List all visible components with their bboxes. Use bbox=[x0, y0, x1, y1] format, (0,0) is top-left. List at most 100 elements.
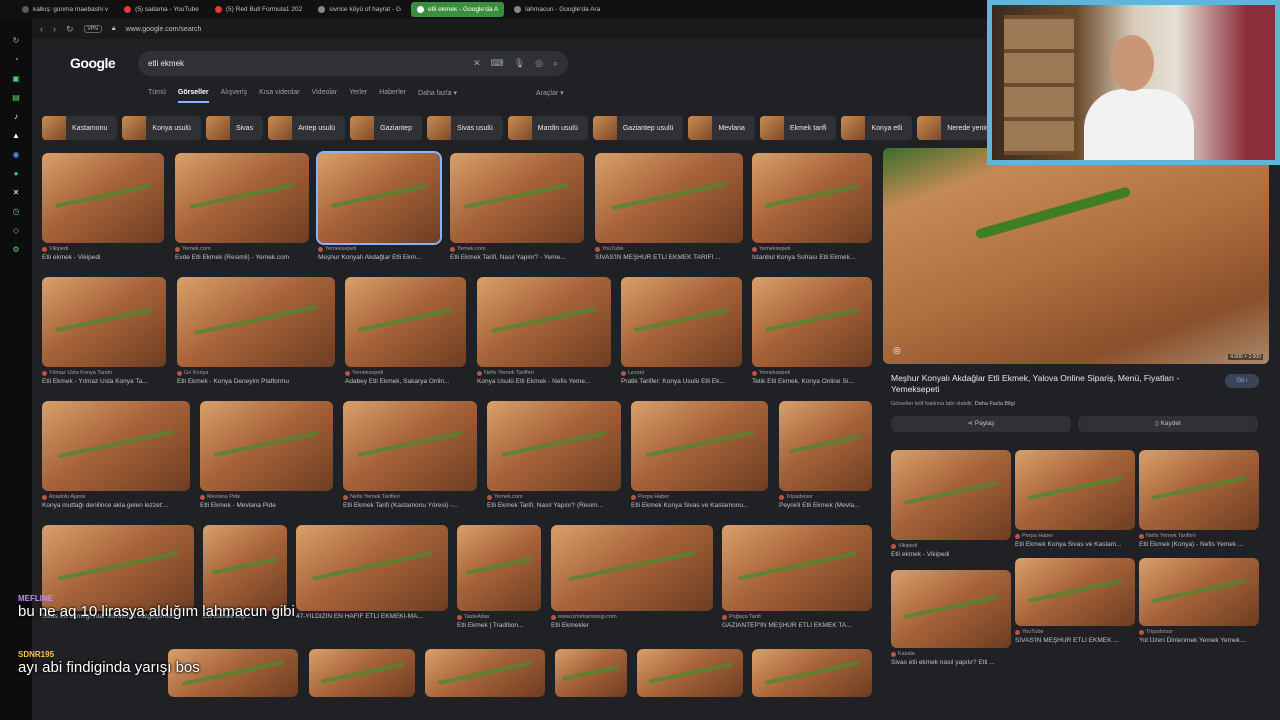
chat-icon[interactable]: ▣ bbox=[11, 73, 22, 84]
image-result[interactable] bbox=[425, 649, 545, 697]
chip-2[interactable]: Sivas bbox=[205, 116, 264, 140]
result-title[interactable]: Etli Ekmekler bbox=[551, 622, 713, 629]
chip-8[interactable]: Mevlana bbox=[688, 116, 755, 140]
x-icon[interactable]: ✕ bbox=[11, 187, 22, 198]
chip-0[interactable]: Kastamonu bbox=[42, 116, 118, 140]
result-title[interactable]: Sivas etli ekmek nasıl yapılır? Etli ... bbox=[891, 659, 1011, 666]
image-result[interactable]: Perpa Haber Etli Ekmek Konya Sivas ve Kas… bbox=[631, 401, 768, 509]
mic-icon[interactable]: 🎙︎ bbox=[514, 58, 525, 69]
result-thumbnail[interactable] bbox=[637, 649, 743, 697]
search-input[interactable]: etli ekmek bbox=[148, 59, 463, 68]
tab-4[interactable]: Videolar bbox=[312, 89, 338, 103]
lens-icon[interactable]: ◎ bbox=[535, 58, 543, 69]
clock-icon[interactable]: ◷ bbox=[11, 206, 22, 217]
image-result[interactable]: Yemek.com Etli Ekmek Tarifi, Nasıl Yapılı… bbox=[450, 153, 584, 261]
result-title[interactable]: Etli Ekmek Konya Sivas ve Kastam... bbox=[1015, 541, 1135, 548]
result-title[interactable]: Etli Ekmek - Yılmaz Usta Konya Ta... bbox=[42, 378, 166, 385]
messenger-icon[interactable]: ◉ bbox=[11, 149, 22, 160]
result-thumbnail[interactable] bbox=[316, 151, 442, 245]
image-result[interactable] bbox=[555, 649, 627, 697]
result-thumbnail[interactable] bbox=[779, 401, 872, 491]
result-thumbnail[interactable] bbox=[1139, 558, 1259, 626]
lens-search-icon[interactable]: ◎ bbox=[893, 345, 901, 356]
image-result[interactable]: Yemeksepeti Meşhur Konyalı Akdağlar Etli … bbox=[316, 151, 442, 261]
tab-6[interactable]: Haberler bbox=[379, 89, 406, 103]
result-thumbnail[interactable] bbox=[175, 153, 309, 243]
result-thumbnail[interactable] bbox=[296, 525, 448, 611]
image-result[interactable]: www.izmirkarnicegi.com Etli Ekmekler bbox=[551, 525, 713, 629]
result-thumbnail[interactable] bbox=[631, 401, 768, 491]
image-result[interactable]: Tripadvisor Yol Üzeri Dinlenmek Yemek Yem… bbox=[1139, 558, 1259, 644]
result-thumbnail[interactable] bbox=[891, 570, 1011, 648]
result-thumbnail[interactable] bbox=[345, 277, 466, 367]
image-result[interactable]: Perpa Haber Etli Ekmek Konya Sivas ve Kas… bbox=[1015, 450, 1135, 548]
result-thumbnail[interactable] bbox=[457, 525, 541, 611]
browser-tab[interactable]: (5) Red Bull Formula1 202 bbox=[209, 2, 308, 17]
image-result[interactable]: YouTube SİVAS'IN MEŞHUR ETLİ EKMEK ... bbox=[1015, 558, 1135, 644]
result-thumbnail[interactable] bbox=[450, 153, 584, 243]
search-icon[interactable]: ⌕ bbox=[553, 58, 558, 69]
image-result[interactable]: Mevlana Pide Etli Ekmek - Mevlana Pide bbox=[200, 401, 333, 509]
image-result[interactable]: Nefis Yemek Tarifleri Konya Usulü Etli Ek… bbox=[477, 277, 611, 385]
image-result[interactable]: Anadolu Ajansı Konya mutfağı denilince ak… bbox=[42, 401, 190, 509]
result-thumbnail[interactable] bbox=[621, 277, 742, 367]
result-thumbnail[interactable] bbox=[752, 649, 872, 697]
whatsapp-icon[interactable]: ● bbox=[11, 168, 22, 179]
tab-5[interactable]: Yerler bbox=[349, 89, 367, 103]
result-thumbnail[interactable] bbox=[752, 153, 872, 243]
image-result[interactable]: Vikipedi Etli ekmek - Vikipedi bbox=[891, 450, 1011, 558]
browser-tab[interactable]: kalkış: gunma maebashi v bbox=[16, 2, 114, 17]
cube-icon[interactable]: ◇ bbox=[11, 225, 22, 236]
result-thumbnail[interactable] bbox=[42, 153, 164, 243]
result-thumbnail[interactable] bbox=[477, 277, 611, 367]
search-box[interactable]: etli ekmek ✕ ⌨ 🎙︎ ◎ ⌕ bbox=[138, 51, 568, 76]
forward-icon[interactable]: › bbox=[53, 24, 56, 34]
result-title[interactable]: 47-YILDIZIN EN HAFİF ETLİ EKMEKİ-MA... bbox=[296, 613, 448, 620]
browser-tab[interactable]: lahmacun - Google'da Ara bbox=[508, 2, 606, 17]
image-result[interactable]: Yemek.com Etli Ekmek Tarifi, Nasıl Yapılı… bbox=[487, 401, 621, 509]
result-thumbnail[interactable] bbox=[1139, 450, 1259, 530]
result-title[interactable]: Tetik Etli Ekmek, Konya Online Si... bbox=[752, 378, 872, 385]
chip-3[interactable]: Antep usulü bbox=[268, 116, 346, 140]
result-title[interactable]: Etli Ekmek Tarifi, Nasıl Yapılır? (Resim… bbox=[487, 502, 621, 509]
result-title[interactable]: Etli Ekmek - Konya Deneyim Platformu bbox=[177, 378, 335, 385]
result-thumbnail[interactable] bbox=[177, 277, 335, 367]
visit-button[interactable]: Git › bbox=[1225, 374, 1259, 388]
chip-9[interactable]: Ekmek tarifi bbox=[759, 116, 837, 140]
result-title[interactable]: Meşhur Konyalı Akdağlar Etli Ekm... bbox=[318, 254, 440, 261]
notes-icon[interactable]: ▤ bbox=[11, 92, 22, 103]
result-title[interactable]: Etli Ekmek (Konya) - Nefis Yemek ... bbox=[1139, 541, 1259, 548]
image-result[interactable]: Poğaça Tarifi GAZİANTEP'İN MEŞHUR ETLİ EK… bbox=[722, 525, 872, 629]
tab-1[interactable]: Görseller bbox=[177, 89, 209, 103]
result-thumbnail[interactable] bbox=[309, 649, 415, 697]
result-thumbnail[interactable] bbox=[595, 153, 743, 243]
chip-4[interactable]: Gaziantep bbox=[350, 116, 422, 140]
tab-2[interactable]: Alışveriş bbox=[221, 89, 247, 103]
chip-1[interactable]: Konya usulü bbox=[122, 116, 201, 140]
learn-more-link[interactable]: Daha Fazla Bilgi bbox=[975, 401, 1015, 407]
result-title[interactable]: SİVAS'IN MEŞHUR ETLİ EKMEK ... bbox=[1015, 637, 1135, 644]
reload-icon[interactable]: ↻ bbox=[66, 24, 74, 35]
result-title[interactable]: Etli ekmek - Vikipedi bbox=[42, 254, 164, 261]
image-result[interactable]: Yemeksepeti Tetik Etli Ekmek, Konya Onlin… bbox=[752, 277, 872, 385]
result-thumbnail[interactable] bbox=[200, 401, 333, 491]
image-result[interactable]: Go Konya Etli Ekmek - Konya Deneyim Platf… bbox=[177, 277, 335, 385]
result-thumbnail[interactable] bbox=[752, 277, 872, 367]
result-title[interactable]: Etli ekmek - Vikipedi bbox=[891, 551, 1011, 558]
result-thumbnail[interactable] bbox=[42, 401, 190, 491]
chip-5[interactable]: Sivas usulü bbox=[426, 116, 503, 140]
image-result[interactable]: Kasala Sivas etli ekmek nasıl yapılır? Et… bbox=[891, 570, 1011, 666]
image-result[interactable]: YouTube SİVAS'IN MEŞHUR ETLİ EKMEK TARİFİ… bbox=[595, 153, 743, 261]
preview-image[interactable]: ◎ 4.000 × 2.000 bbox=[883, 148, 1269, 364]
image-result[interactable] bbox=[309, 649, 415, 697]
image-result[interactable]: Nefis Yemek Tarifleri Etli Ekmek (Konya) … bbox=[1139, 450, 1259, 548]
google-logo[interactable]: Google bbox=[70, 55, 116, 71]
result-title[interactable]: Peynirli Etli Ekmek (Mevla... bbox=[779, 502, 872, 509]
result-thumbnail[interactable] bbox=[487, 401, 621, 491]
result-thumbnail[interactable] bbox=[425, 649, 545, 697]
result-title[interactable]: Evde Etli Ekmek (Resimli) - Yemek.com bbox=[175, 254, 309, 261]
result-thumbnail[interactable] bbox=[42, 277, 166, 367]
image-result[interactable]: Yemeksepeti İstanbul Konya Sofrası Etli E… bbox=[752, 153, 872, 261]
result-title[interactable]: GAZİANTEP'İN MEŞHUR ETLİ EKMEK TA... bbox=[722, 622, 872, 629]
image-result[interactable]: TasteAtlas Etli Ekmek | Tradition... bbox=[457, 525, 541, 629]
